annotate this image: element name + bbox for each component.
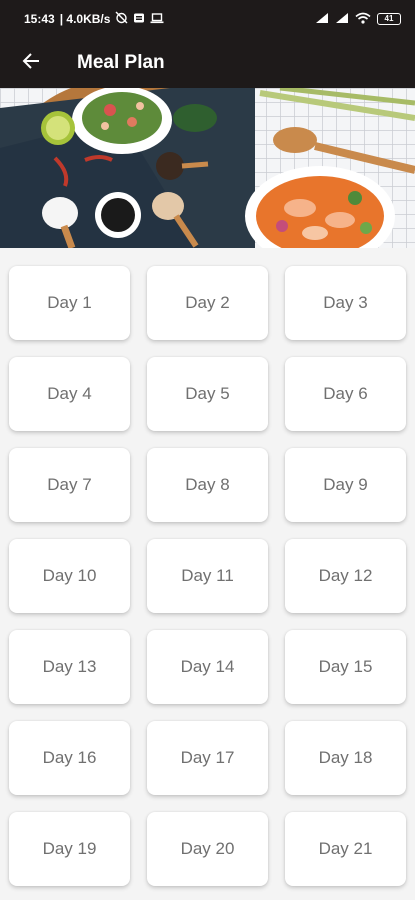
back-button[interactable]	[18, 50, 44, 76]
day-card[interactable]: Day 13	[9, 630, 130, 704]
day-label: Day 2	[185, 293, 230, 312]
day-card[interactable]: Day 10	[9, 539, 130, 613]
day-card[interactable]: Day 5	[147, 357, 268, 431]
day-label: Day 9	[323, 475, 368, 494]
day-label: Day 4	[47, 384, 92, 403]
day-card[interactable]: Day 20	[147, 812, 268, 886]
day-card[interactable]: Day 18	[285, 721, 406, 795]
day-card[interactable]: Day 12	[285, 539, 406, 613]
arrow-back-icon	[21, 51, 41, 76]
signal-icon	[335, 12, 349, 27]
day-card[interactable]: Day 1	[9, 266, 130, 340]
day-label: Day 6	[323, 384, 368, 403]
day-label: Day 20	[180, 839, 235, 858]
food-banner-image	[0, 88, 415, 248]
page-title: Meal Plan	[77, 52, 165, 73]
day-label: Day 7	[47, 475, 92, 494]
day-card[interactable]: Day 9	[285, 448, 406, 522]
day-label: Day 15	[318, 657, 373, 676]
day-label: Day 8	[185, 475, 230, 494]
day-label: Day 3	[323, 293, 368, 312]
day-card[interactable]: Day 14	[147, 630, 268, 704]
day-label: Day 10	[42, 566, 97, 585]
day-card[interactable]: Day 6	[285, 357, 406, 431]
alarm-off-icon	[115, 11, 128, 27]
day-label: Day 17	[180, 748, 235, 767]
day-card[interactable]: Day 4	[9, 357, 130, 431]
signal-icon	[315, 12, 329, 27]
day-card[interactable]: Day 2	[147, 266, 268, 340]
status-bar: 15:43 | 4.0KB/s 41	[0, 0, 415, 38]
day-card[interactable]: Day 21	[285, 812, 406, 886]
day-label: Day 11	[181, 566, 234, 585]
day-label: Day 1	[47, 293, 92, 312]
day-card[interactable]: Day 17	[147, 721, 268, 795]
wifi-icon	[355, 12, 371, 27]
day-card[interactable]: Day 7	[9, 448, 130, 522]
day-card[interactable]: Day 11	[147, 539, 268, 613]
laptop-icon	[150, 12, 164, 27]
day-card[interactable]: Day 19	[9, 812, 130, 886]
battery-icon: 41	[377, 13, 401, 25]
day-label: Day 14	[180, 657, 235, 676]
day-grid: Day 1 Day 2 Day 3 Day 4 Day 5 Day 6 Day …	[0, 248, 415, 886]
notification-icon	[133, 12, 145, 27]
day-label: Day 16	[42, 748, 97, 767]
day-label: Day 12	[318, 566, 373, 585]
status-time: 15:43	[24, 12, 55, 26]
day-card[interactable]: Day 16	[9, 721, 130, 795]
day-label: Day 19	[42, 839, 97, 858]
day-card[interactable]: Day 8	[147, 448, 268, 522]
day-label: Day 21	[318, 839, 373, 858]
day-card[interactable]: Day 15	[285, 630, 406, 704]
status-net-speed: | 4.0KB/s	[59, 12, 111, 26]
day-card[interactable]: Day 3	[285, 266, 406, 340]
day-label: Day 18	[318, 748, 373, 767]
day-label: Day 5	[185, 384, 230, 403]
app-bar: Meal Plan	[0, 38, 415, 88]
day-label: Day 13	[42, 657, 97, 676]
